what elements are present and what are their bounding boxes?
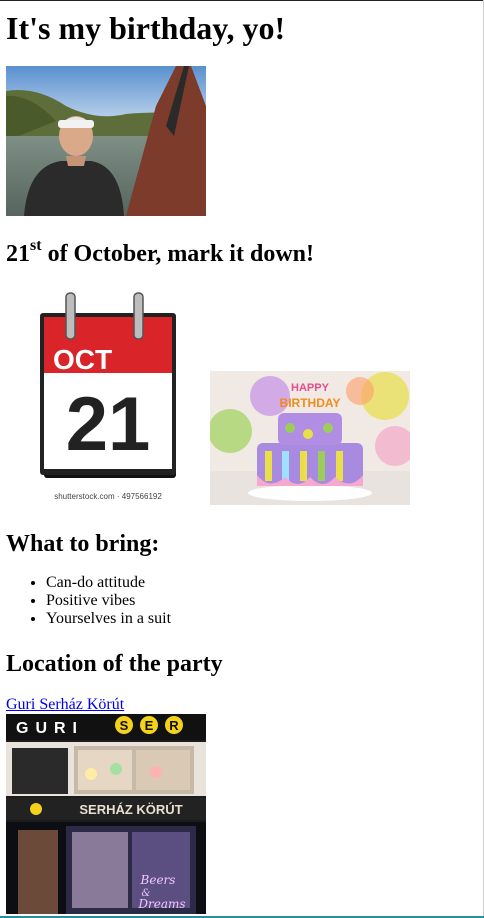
date-rest: of October, mark it down! [41, 241, 314, 267]
profile-photo [6, 66, 206, 216]
date-heading: 21st of October, mark it down! [6, 237, 314, 268]
window-top-border [0, 0, 484, 1]
shop-sign-middle: SERHÁZ KÖRÚT [79, 802, 182, 817]
date-suffix: st [30, 237, 42, 254]
location-heading: Location of the party [6, 651, 223, 677]
shop-front-image: GURI S E R SERHÁZ KÖRÚT Beers & Dreams [6, 714, 206, 914]
page-title: It's my birthday, yo! [6, 10, 286, 46]
shop-neon-text: Beers [140, 873, 176, 887]
cake-banner-line1: HAPPY [291, 382, 330, 394]
shop-neon-text: Dreams [137, 897, 185, 911]
birthday-cake-image: HAPPY BIRTHDAY [210, 371, 410, 505]
shop-sign-circle: S [120, 718, 129, 733]
calendar-credit-text: shutterstock.com · 497566192 [54, 492, 162, 501]
bring-list-item: Yourselves in a suit [46, 610, 171, 628]
bring-list: Can-do attitude Positive vibes Yourselve… [6, 574, 171, 628]
calendar-month-text: OCT [53, 344, 112, 375]
calendar-day-text: 21 [66, 382, 151, 467]
shop-sign-circle: R [169, 718, 179, 733]
bring-list-item: Can-do attitude [46, 574, 171, 592]
shop-sign-top: GURI [16, 720, 84, 737]
shop-sign-circle: E [145, 718, 154, 733]
bring-list-item: Positive vibes [46, 592, 171, 610]
what-to-bring-heading: What to bring: [6, 531, 160, 557]
calendar-image: OCT 21 shutterstock.com · 497566192 [6, 285, 204, 507]
date-day: 21 [6, 241, 30, 267]
cake-banner-line2: BIRTHDAY [280, 396, 341, 410]
location-link[interactable]: Guri Serház Körút [6, 696, 124, 714]
